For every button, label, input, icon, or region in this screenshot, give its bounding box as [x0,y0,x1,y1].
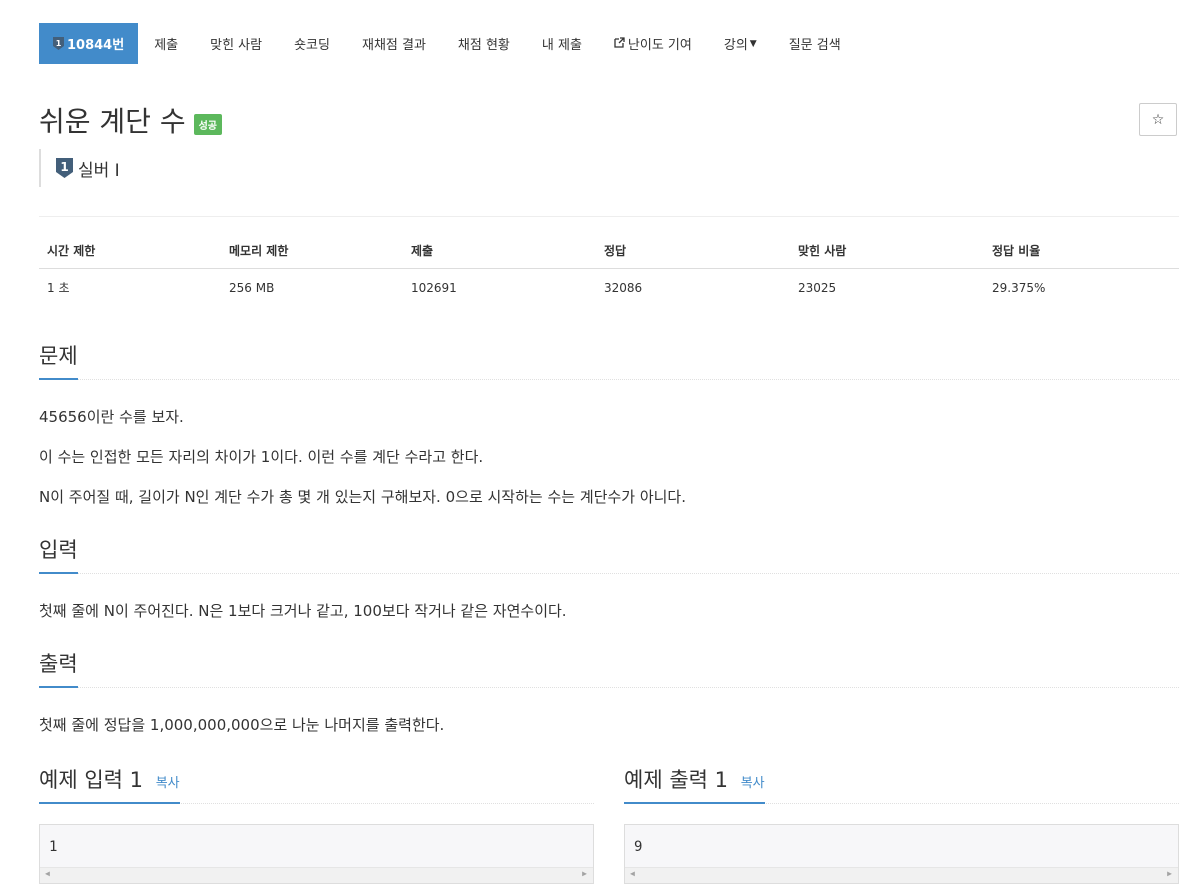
sample-output-title: 예제 출력 1 [624,768,728,792]
sample-input-title-wrap: 예제 입력 1 복사 [39,764,180,804]
nav-shortcoding-label: 숏코딩 [294,38,330,53]
sample-input-box[interactable]: 1 ◀ ▶ [39,824,594,884]
status-badge: 성공 [193,113,223,135]
problem-info-table: 시간 제한 메모리 제한 제출 정답 맞힌 사람 정답 비율 1 초 256 M… [39,236,1179,306]
table-cell: 32086 [604,280,643,295]
silver-tier-icon: 1 [56,158,73,178]
nav-solvers[interactable]: 맞힌 사람 [194,23,278,64]
svg-text:1: 1 [60,160,68,174]
nav-lecture-dropdown[interactable]: 강의 ▼ [708,23,773,64]
description-heading: 문제 [39,340,1179,380]
problem-id-label: 10844번 [67,38,125,53]
section-divider [39,687,1179,688]
section-title: 문제 [39,340,78,380]
favorite-button[interactable]: ☆ [1139,103,1177,136]
sample-input-title: 예제 입력 1 [39,768,143,792]
divider [39,216,1179,217]
table-header-row: 시간 제한 메모리 제한 제출 정답 맞힌 사람 정답 비율 [39,236,1179,269]
sample-input-value: 1 [49,839,58,855]
scroll-left-icon[interactable]: ◀ [630,869,635,878]
section-divider [39,573,1179,574]
table-cell: 23025 [798,280,837,295]
sample-input-heading: 예제 입력 1 복사 [39,764,594,804]
horizontal-scrollbar[interactable]: ◀ ▶ [625,867,1178,883]
nav-submit-label: 제출 [154,38,179,53]
svg-text:1: 1 [56,39,62,48]
table-cell: 256 MB [229,280,275,295]
description-line: 45656이란 수를 보자. [39,408,184,426]
table-header: 제출 [403,236,596,269]
sample-output-heading: 예제 출력 1 복사 [624,764,1179,804]
sample-output-box[interactable]: 9 ◀ ▶ [624,824,1179,884]
problem-page: 1 10844번 제출 맞힌 사람 숏코딩 재채점 결과 채점 현황 내 제출 … [0,0,1200,892]
copy-output-button[interactable]: 복사 [741,776,765,791]
table-header: 맞힌 사람 [790,236,984,269]
scroll-right-icon[interactable]: ▶ [1167,869,1172,878]
output-text: 첫째 줄에 정답을 1,000,000,000으로 나눈 나머지를 출력한다. [39,716,445,734]
nav-qna-label: 질문 검색 [788,38,841,53]
nav-difficulty-label: 난이도 기여 [627,38,692,53]
nav-rejudge-label: 재채점 결과 [361,38,426,53]
nav-my-submissions[interactable]: 내 제출 [526,23,598,64]
table-cell: 1 초 [47,281,70,295]
input-text: 첫째 줄에 N이 주어진다. N은 1보다 크거나 같고, 100보다 작거나 … [39,602,567,620]
nav-status[interactable]: 채점 현황 [442,23,526,64]
section-title: 입력 [39,534,78,574]
table-row: 1 초 256 MB 102691 32086 23025 29.375% [39,269,1179,307]
scroll-left-icon[interactable]: ◀ [45,869,50,878]
external-link-icon [614,36,625,51]
table-header: 정답 [596,236,790,269]
output-heading: 출력 [39,648,1179,688]
nav-my-submissions-label: 내 제출 [541,38,582,53]
nav-rejudge[interactable]: 재채점 결과 [346,23,442,64]
nav-difficulty[interactable]: 난이도 기여 [598,23,708,64]
problem-menu: 1 10844번 제출 맞힌 사람 숏코딩 재채점 결과 채점 현황 내 제출 … [39,23,857,64]
table-cell: 102691 [411,280,457,295]
scroll-right-icon[interactable]: ▶ [582,869,587,878]
sample-output-value: 9 [634,839,643,855]
nav-submit[interactable]: 제출 [138,23,194,64]
section-divider [39,379,1179,380]
table-cell: 29.375% [992,280,1046,295]
nav-solvers-label: 맞힌 사람 [210,38,263,53]
caret-down-icon: ▼ [749,38,757,49]
tier-block: 1 실버 I [39,149,120,187]
nav-shortcoding[interactable]: 숏코딩 [278,23,346,64]
input-heading: 입력 [39,534,1179,574]
description-line: N이 주어질 때, 길이가 N인 계단 수가 총 몇 개 있는지 구해보자. 0… [39,488,686,506]
description-line: 이 수는 인접한 모든 자리의 차이가 1이다. 이런 수를 계단 수라고 한다… [39,448,484,466]
horizontal-scrollbar[interactable]: ◀ ▶ [40,867,593,883]
tier-label[interactable]: 실버 I [78,156,120,181]
nav-qna[interactable]: 질문 검색 [773,23,857,64]
table-header: 메모리 제한 [221,236,403,269]
section-title: 출력 [39,648,78,688]
silver-tier-icon: 1 [53,37,64,50]
nav-status-label: 채점 현황 [457,38,510,53]
table-header: 정답 비율 [984,236,1179,269]
problem-title: 쉬운 계단 수 [39,105,186,138]
nav-problem-id[interactable]: 1 10844번 [39,23,139,64]
title-row: 쉬운 계단 수 성공 [39,100,223,140]
sample-output-title-wrap: 예제 출력 1 복사 [624,764,765,804]
copy-input-button[interactable]: 복사 [156,776,180,791]
star-icon: ☆ [1151,111,1165,128]
nav-lecture-label: 강의 [723,38,748,53]
table-header: 시간 제한 [39,236,221,269]
